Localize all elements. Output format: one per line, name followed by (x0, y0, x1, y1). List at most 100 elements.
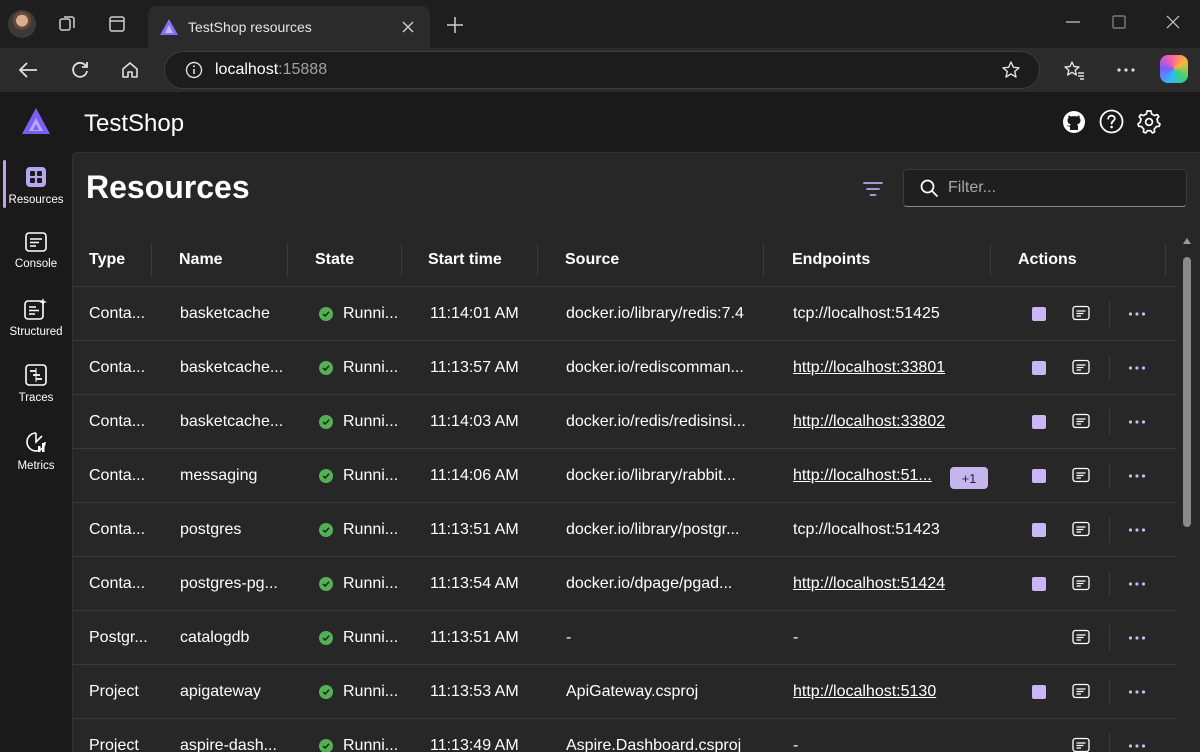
table-row[interactable]: Conta... messaging 11:14:06 AM docker.io/li… (73, 449, 1177, 503)
endpoint-link[interactable]: http://localhost:51... (793, 467, 932, 485)
state-cell: Runni... (319, 287, 409, 341)
more-actions-icon[interactable] (1127, 521, 1147, 539)
nav-item-traces[interactable]: Traces (0, 354, 72, 414)
copilot-icon[interactable] (1160, 55, 1188, 83)
table-row[interactable]: Project apigateway 11:13:53 AM ApiGateway.c… (73, 665, 1177, 719)
nav-item-metrics[interactable]: Metrics (0, 420, 72, 480)
site-info-icon[interactable] (185, 61, 203, 79)
nav-item-console[interactable]: Console (0, 222, 72, 282)
stop-button[interactable] (1032, 469, 1046, 483)
dashboard-app: TestShop Resources Console Structured Tr… (0, 92, 1200, 752)
column-resize-handle[interactable] (537, 243, 538, 277)
column-header-source[interactable]: Source (565, 233, 619, 287)
more-actions-icon[interactable] (1127, 467, 1147, 485)
help-icon[interactable] (1099, 109, 1124, 139)
app-header: TestShop (0, 92, 1200, 152)
console-logs-icon[interactable] (1072, 521, 1090, 539)
console-logs-icon[interactable] (1072, 683, 1090, 701)
console-logs-icon[interactable] (1072, 629, 1090, 647)
column-header-start-time[interactable]: Start time (428, 233, 502, 287)
browser-tab[interactable]: TestShop resources (148, 6, 430, 48)
close-window-icon[interactable] (1158, 10, 1188, 34)
address-bar[interactable]: localhost :15888 (164, 51, 1040, 89)
refresh-icon[interactable] (66, 57, 94, 83)
nav-label: Metrics (17, 460, 55, 472)
more-actions-icon[interactable] (1127, 413, 1147, 431)
profile-avatar[interactable] (8, 10, 36, 38)
maximize-icon[interactable] (1104, 10, 1134, 34)
workspaces-icon[interactable] (54, 12, 80, 36)
scrollbar-thumb[interactable] (1183, 257, 1191, 527)
type-cell: Conta... (89, 575, 146, 592)
vertical-scrollbar[interactable] (1179, 233, 1195, 752)
more-actions-icon[interactable] (1127, 359, 1147, 377)
scroll-up-icon[interactable] (1182, 237, 1192, 245)
favorite-star-icon[interactable] (1001, 60, 1021, 80)
table-row[interactable]: Conta... basketcache... 11:13:57 AM docker.… (73, 341, 1177, 395)
aspire-logo-icon[interactable] (22, 108, 50, 139)
more-actions-icon[interactable] (1127, 305, 1147, 323)
filter-input[interactable] (948, 179, 1178, 197)
endpoint-link[interactable]: http://localhost:33802 (793, 413, 945, 431)
name-cell: basketcache... (180, 413, 284, 430)
running-check-icon (319, 469, 333, 483)
stop-button[interactable] (1032, 523, 1046, 537)
column-header-state[interactable]: State (315, 233, 354, 287)
column-resize-handle[interactable] (990, 243, 991, 277)
more-actions-icon[interactable] (1127, 683, 1147, 701)
more-options-icon[interactable] (1112, 57, 1140, 83)
stop-button[interactable] (1032, 307, 1046, 321)
endpoint-link[interactable]: http://localhost:51424 (793, 575, 945, 593)
running-check-icon (319, 307, 333, 321)
stop-button[interactable] (1032, 415, 1046, 429)
console-logs-icon[interactable] (1072, 413, 1090, 431)
column-resize-handle[interactable] (287, 243, 288, 277)
more-endpoints-badge[interactable]: +1 (950, 467, 988, 489)
console-logs-icon[interactable] (1072, 575, 1090, 593)
table-row[interactable]: Conta... postgres 11:13:51 AM docker.io/lib… (73, 503, 1177, 557)
new-tab-icon[interactable] (442, 12, 468, 38)
console-logs-icon[interactable] (1072, 359, 1090, 377)
settings-gear-icon[interactable] (1136, 109, 1162, 140)
stop-button[interactable] (1032, 577, 1046, 591)
table-row[interactable]: Postgr... catalogdb 11:13:51 AM - Runni... - (73, 611, 1177, 665)
column-resize-handle[interactable] (1165, 243, 1166, 277)
stop-button[interactable] (1032, 685, 1046, 699)
filter-icon[interactable] (859, 177, 887, 201)
endpoint-link[interactable]: http://localhost:5130 (793, 683, 936, 701)
tab-actions-icon[interactable] (104, 12, 130, 36)
column-resize-handle[interactable] (151, 243, 152, 277)
nav-item-structured[interactable]: Structured (0, 288, 72, 348)
minimize-icon[interactable] (1058, 10, 1088, 34)
search-box[interactable] (903, 169, 1187, 207)
metrics-icon (26, 432, 46, 452)
console-logs-icon[interactable] (1072, 467, 1090, 485)
table-row[interactable]: Project aspire-dash... 11:13:49 AM Aspire.D… (73, 719, 1177, 752)
more-actions-icon[interactable] (1127, 629, 1147, 647)
column-resize-handle[interactable] (763, 243, 764, 277)
stop-button[interactable] (1032, 361, 1046, 375)
home-icon[interactable] (116, 57, 144, 83)
tab-close-icon[interactable] (394, 13, 422, 41)
console-logs-icon[interactable] (1072, 305, 1090, 323)
back-icon[interactable] (14, 57, 42, 83)
nav-label: Structured (9, 326, 63, 338)
column-resize-handle[interactable] (401, 243, 402, 277)
column-header-type[interactable]: Type (89, 233, 125, 287)
column-header-name[interactable]: Name (179, 233, 223, 287)
github-icon[interactable] (1062, 110, 1086, 139)
favorites-icon[interactable] (1060, 57, 1088, 83)
nav-item-resources[interactable]: Resources (0, 156, 72, 216)
table-row[interactable]: Conta... basketcache 11:14:01 AM docker.io/… (73, 287, 1177, 341)
endpoint-link[interactable]: http://localhost:33801 (793, 359, 945, 377)
more-actions-icon[interactable] (1127, 575, 1147, 593)
table-row[interactable]: Conta... postgres-pg... 11:13:54 AM docker.… (73, 557, 1177, 611)
console-logs-icon[interactable] (1072, 737, 1090, 752)
column-header-actions: Actions (1018, 251, 1077, 268)
state-label: Runni... (343, 737, 399, 752)
table-row[interactable]: Conta... basketcache... 11:14:03 AM docker.… (73, 395, 1177, 449)
side-navigation: Resources Console Structured Traces Metr… (0, 152, 72, 752)
state-label: Runni... (343, 575, 399, 592)
more-actions-icon[interactable] (1127, 737, 1147, 752)
column-header-endpoints[interactable]: Endpoints (792, 233, 870, 287)
